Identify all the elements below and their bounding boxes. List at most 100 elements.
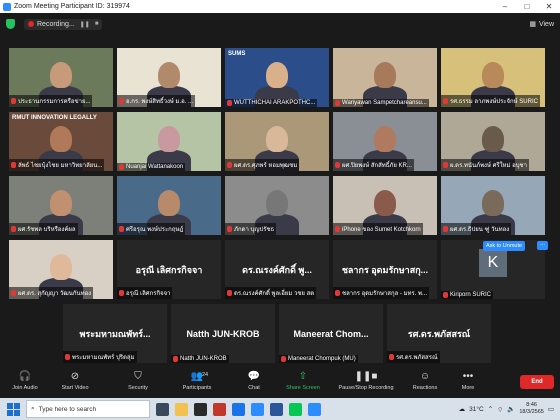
participant-name: รศ.ธรรม ลาภพงษ์ประจักษ์ SURIC [450,99,538,105]
notifications-icon[interactable]: ▭ [548,405,554,413]
participant-tile[interactable]: รศ.ดร.พภัสสรณ์ รศ.ดร.พภัสสรณ์ [387,304,491,363]
participant-name: ประธานกรรมการครือข่าย... [18,99,91,105]
pause-stop-recording-button[interactable]: ❚❚■ Pause/Stop Recording [335,370,397,392]
participant-tile[interactable]: อรุณี เลิศกรกิจจา อรุณี เลิศกรกิจจา [117,240,221,299]
participant-tile[interactable]: ผศ.รัชพล บริหรืองค์ผล [9,176,113,235]
person-face [374,126,396,152]
person-face [266,126,288,152]
participant-tile[interactable]: ดร.ณรงค์ศักดิ์ พู... ดร.ณรงค์ศักดิ์ พูลเอ… [225,240,329,299]
search-placeholder: Type here to search [38,405,97,413]
more-icon: ••• [462,370,474,382]
ask-to-unmute-button[interactable]: Ask to Unmute [483,241,526,251]
participant-name: พระมหามณพัทร์ ปุริตลุ่ม [72,355,135,361]
stop-recording-icon[interactable]: ■ [95,21,99,27]
mic-muted-icon [443,98,448,104]
window-title: Zoom Meeting Participant ID: 319974 [14,3,130,10]
recording-label: Recording... [37,20,75,28]
title-bar: Zoom Meeting Participant ID: 319974 – □ … [0,0,560,13]
reactions-label: Reactions [412,385,438,391]
word-icon[interactable] [270,402,283,416]
participant-tile[interactable]: iPhone ของ Sumet Kotchkorn [333,176,437,235]
participant-tile[interactable]: รศ.ธรรม ลาภพงษ์ประจักษ์ SURIC [441,48,545,107]
participant-tile[interactable]: SUMS WUTTHICHAI ARAKPOTHC... [225,48,329,107]
participant-name: ผศ.ดร.ศุภพร์ หอมพุฒชม [234,163,298,169]
participant-tile[interactable]: RMUT INNOVATION LEGALLY ลัพธ์ ไชยบุ้งไชย … [9,112,113,171]
person-face [158,190,180,216]
person-face [158,126,180,152]
mic-muted-icon [335,100,340,106]
background-logo: RMUT INNOVATION LEGALLY [12,115,97,121]
participant-tile[interactable]: ประธานกรรมการครือข่าย... [9,48,113,107]
security-shield-icon[interactable] [6,19,15,29]
participant-tile[interactable]: ศรีอรุณ พงษ์ประกฤษฎ์ [117,176,221,235]
participant-tile[interactable]: Natth JUN-KROB Natth JUN-KROB [171,304,275,363]
store-icon[interactable] [194,402,207,416]
participant-name: อรุณี เลิศกรกิจจา [126,291,171,297]
participant-name: ผศ.ปิยพงษ์ สักสัทธิ์ภัย KR... [342,163,412,169]
zoom-meeting-taskbar-icon[interactable] [308,402,321,416]
edge-icon[interactable] [232,402,245,416]
chat-button[interactable]: 💬 Chat [229,370,279,392]
volume-icon[interactable]: 🔈 [507,405,515,413]
join-audio-button[interactable]: 🎧 Join Audio [0,370,50,392]
network-icon[interactable]: ⌔ [497,405,503,414]
chrome-icon[interactable] [213,402,226,416]
participant-tile[interactable]: ผศ.ดร. สุกัญญา วัฒนกันทอง [9,240,113,299]
grid-view-icon: ▦ [529,21,536,28]
participant-tile[interactable]: ชลากร อุดมรักษาสกุ... ชลากร อุดมรักษาสกุล… [333,240,437,299]
participant-tile[interactable]: อ.กร. พงษ์สิทธิ์วงษ์ ม.อ. ... [117,48,221,107]
participant-name-label: พระมหามณพัทร์ ปุริตลุ่ม [63,351,137,363]
taskbar-search[interactable]: ⌕ Type here to search [26,400,150,418]
task-view-icon[interactable] [156,402,169,416]
more-button[interactable]: ••• More [443,370,493,392]
tray-chevron-icon[interactable]: ⌃ [488,405,493,413]
participant-tile[interactable]: พระมหามณพัทร์... พระมหามณพัทร์ ปุริตลุ่ม [63,304,167,363]
mic-muted-icon [11,290,16,296]
clock[interactable]: 8:46 18/3/2565 [519,402,543,416]
participant-name-label: ผศ.ดร.ธิปยน ฑู่ วันทอง [441,223,512,235]
participants-button[interactable]: 👥 24 Participants [172,370,222,392]
participant-tile[interactable]: ผ.ดร.ทนันภ์พงษ์ ศรีใหม่ อบุชา [441,112,545,171]
participants-count: 24 [202,372,209,378]
participant-name-label: ศรีอรุณ พงษ์ประกฤษฎ์ [117,223,186,235]
start-video-button[interactable]: ⊘ Start Video [50,370,100,392]
participant-tile[interactable]: ผศ.ปิยพงษ์ สักสัทธิ์ภัย KR... [333,112,437,171]
participant-tile[interactable]: Wariyawan Sampetchareansu... [333,48,437,107]
end-button[interactable]: End [520,375,554,389]
participant-name-label: Maneerat Chompuk (MU) [279,355,358,363]
mic-muted-icon [443,226,448,232]
participant-tile[interactable]: ภักดา บุญปรัชธ [225,176,329,235]
participant-name-label: Kiriporn SURIC [441,291,494,299]
participant-tile[interactable]: ผศ.ดร.ศุภพร์ หอมพุฒชม [225,112,329,171]
participant-name-label: ประธานกรรมการครือข่าย... [9,95,93,107]
participant-name-label: ผศ.รัชพล บริหรืองค์ผล [9,223,78,235]
mic-muted-icon [119,98,124,104]
participant-tile[interactable]: Nuanjai Wattanakoon [117,112,221,171]
participant-name-label: ดร.ณรงค์ศักดิ์ พูลเอี่ยม วชย สต [225,287,317,299]
close-button[interactable]: ✕ [538,2,560,11]
participant-tile[interactable]: ผศ.ดร.ธิปยน ฑู่ วันทอง [441,176,545,235]
participant-name: อ.กร. พงษ์สิทธิ์วงษ์ ม.อ. ... [126,99,194,105]
minimize-button[interactable]: – [494,2,516,11]
tile-more-button[interactable]: ... [537,241,548,250]
maximize-button[interactable]: □ [516,2,538,11]
participant-tile[interactable]: Maneerat Chom... Maneerat Chompuk (MU) [279,304,383,363]
person-face [374,62,396,88]
person-face [482,190,504,216]
pause-stop-icon: ❚❚■ [354,370,378,382]
pause-recording-label: Pause/Stop Recording [338,385,394,391]
security-button[interactable]: ⛉ Security [113,370,163,392]
share-screen-button[interactable]: ⇧ Share Screen [278,370,328,392]
reactions-icon: ☺ [419,370,431,382]
zoom-taskbar-icon[interactable] [251,402,264,416]
line-icon[interactable] [289,402,302,416]
mic-muted-icon [119,290,124,296]
participant-name: ผ.ดร.ทนันภ์พงษ์ ศรีใหม่ อบุชา [450,163,527,169]
file-explorer-icon[interactable] [175,402,188,416]
start-button[interactable] [5,401,21,417]
participant-name: WUTTHICHAI ARAKPOTHC... [234,100,316,106]
view-button[interactable]: ▦ View [529,20,554,29]
avatar: K [479,249,507,277]
pause-recording-icon[interactable]: ❚❚ [80,21,90,28]
chat-label: Chat [248,385,260,391]
